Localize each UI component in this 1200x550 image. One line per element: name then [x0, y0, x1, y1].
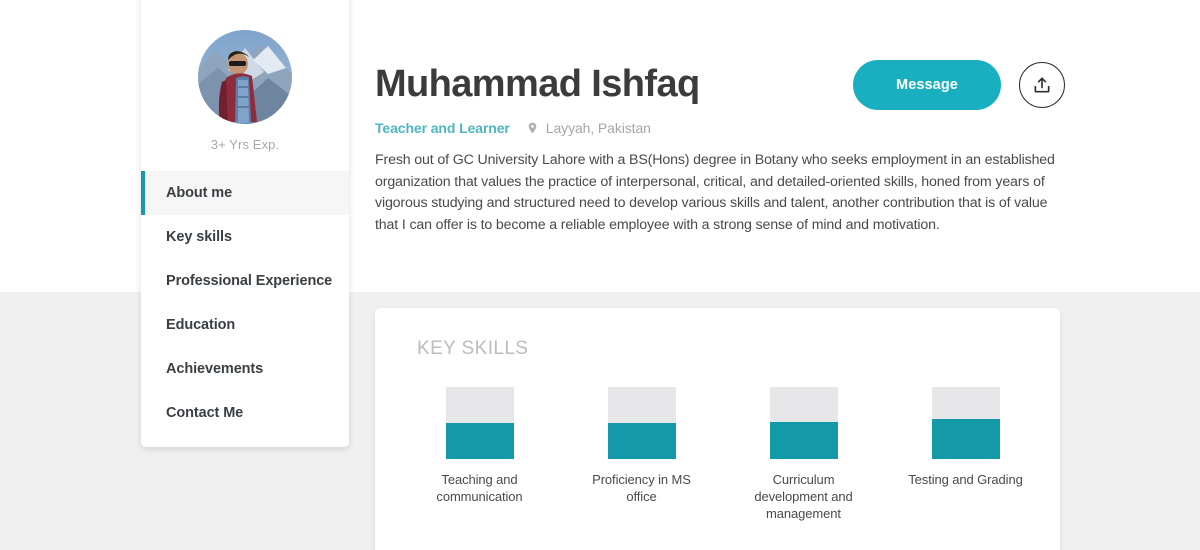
skill-item: Testing and Grading	[901, 387, 1030, 522]
skill-item: Teaching and communication	[415, 387, 544, 522]
location-pin-icon	[526, 120, 539, 136]
key-skills-bars: Teaching and communication Proficiency i…	[375, 360, 1060, 522]
skill-label: Proficiency in MS office	[592, 472, 691, 504]
sidebar-item-contact-me[interactable]: Contact Me	[141, 391, 349, 435]
name-row: Muhammad Ishfaq Message	[375, 0, 1065, 110]
upload-icon	[1034, 77, 1050, 93]
skill-bar-track	[445, 387, 514, 459]
sidebar-item-label: Education	[166, 317, 236, 333]
skill-label: Curriculum development and management	[754, 472, 853, 521]
skill-bar-track	[769, 387, 838, 459]
sidebar-item-label: Professional Experience	[166, 273, 333, 289]
map-pin-icon	[528, 122, 537, 134]
skill-item: Curriculum development and management	[739, 387, 868, 522]
sidebar-item-label: About me	[166, 185, 233, 201]
profile-sidebar: 3+ Yrs Exp. About me Key skills Professi…	[141, 0, 349, 447]
skill-bar-fill	[445, 423, 514, 459]
message-button[interactable]: Message	[853, 60, 1001, 110]
skill-bar-fill	[607, 423, 676, 459]
avatar-photo	[198, 30, 292, 124]
profile-meta: Teacher and Learner Layyah, Pakistan	[375, 120, 1065, 136]
profile-location: Layyah, Pakistan	[545, 120, 651, 136]
experience-label: 3+ Yrs Exp.	[210, 137, 280, 152]
share-button[interactable]	[1019, 62, 1065, 108]
sidebar-item-achievements[interactable]: Achievements	[141, 347, 349, 391]
profile-actions: Message	[853, 60, 1065, 110]
avatar-container	[141, 0, 349, 124]
sidebar-item-label: Achievements	[166, 361, 264, 377]
skill-label: Testing and Grading	[908, 472, 1023, 487]
sidebar-item-education[interactable]: Education	[141, 303, 349, 347]
profile-bio: Fresh out of GC University Lahore with a…	[375, 152, 1055, 233]
skill-bar-track	[607, 387, 676, 459]
skill-bar-track	[931, 387, 1000, 459]
sidebar-item-about-me[interactable]: About me	[141, 171, 349, 215]
sidebar-item-professional-experience[interactable]: Professional Experience	[141, 259, 349, 303]
sidebar-nav: About me Key skills Professional Experie…	[141, 171, 349, 435]
skill-item: Proficiency in MS office	[577, 387, 706, 522]
skill-bar-fill	[931, 419, 1000, 459]
page-title: Muhammad Ishfaq	[375, 63, 700, 106]
skill-bar-fill	[769, 421, 838, 459]
key-skills-card: KEY SKILLS Teaching and communication Pr…	[375, 308, 1060, 550]
key-skills-title: KEY SKILLS	[417, 338, 529, 359]
profile-header: Muhammad Ishfaq Message Teacher and Lear…	[375, 0, 1065, 292]
sidebar-item-label: Key skills	[166, 229, 232, 245]
profile-headline: Teacher and Learner	[375, 120, 510, 136]
skill-label: Teaching and communication	[436, 472, 523, 504]
sidebar-item-key-skills[interactable]: Key skills	[141, 215, 349, 259]
sidebar-item-label: Contact Me	[166, 405, 244, 421]
avatar	[198, 30, 292, 124]
